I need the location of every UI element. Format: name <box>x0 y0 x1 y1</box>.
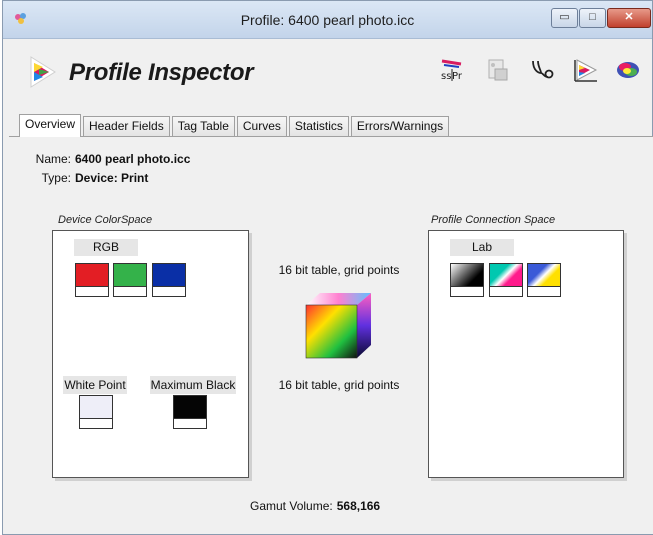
type-label: Type: <box>41 171 71 185</box>
name-label: Name: <box>35 152 71 166</box>
red-channel-swatch[interactable] <box>75 263 109 297</box>
color-cloud-icon[interactable] <box>615 57 641 83</box>
white-point-label: White Point <box>63 376 127 394</box>
lab-lightness-swatch[interactable] <box>450 263 484 297</box>
blue-fill <box>153 264 185 287</box>
green-channel-swatch[interactable] <box>113 263 147 297</box>
profile-name-value: 6400 pearl photo.icc <box>75 152 191 166</box>
white-point-swatch[interactable] <box>79 395 113 429</box>
tab-overview[interactable]: Overview <box>19 114 82 137</box>
blue-channel-swatch[interactable] <box>152 263 186 297</box>
app-title: Profile Inspector <box>69 59 254 86</box>
tab-header-fields[interactable]: Header Fields <box>83 116 170 137</box>
lab-a-axis-swatch[interactable] <box>489 263 523 297</box>
app-header: Profile Inspector ss Pr <box>3 41 652 103</box>
profile-type-value: Device: Print <box>75 171 149 185</box>
red-fill <box>76 264 108 287</box>
tab-errors-warnings[interactable]: Errors/Warnings <box>350 116 450 137</box>
b2a-table-info: 16 bit table, grid points <box>278 378 400 392</box>
close-button[interactable]: ✕ <box>607 8 651 28</box>
device-colorspace-label: Device ColorSpace <box>58 214 153 226</box>
minimize-button[interactable]: ▭ <box>551 8 578 28</box>
profile-type-row: Type: Device: Print <box>0 171 149 185</box>
gamut-volume: Gamut Volume: 568,166 <box>250 499 380 513</box>
svg-text:Pr: Pr <box>452 71 463 82</box>
gamut-volume-value: 568,166 <box>336 499 381 513</box>
gamut-triangle-icon[interactable] <box>573 57 599 83</box>
max-black-label: Maximum Black <box>150 376 236 394</box>
lab-b-axis-swatch[interactable] <box>527 263 561 297</box>
pcs-label: Profile Connection Space <box>431 214 556 226</box>
tab-statistics[interactable]: Statistics <box>288 116 349 137</box>
tab-bar: Overview Header Fields Tag Table Curves … <box>19 114 451 137</box>
gamut-volume-label: Gamut Volume: <box>250 499 333 513</box>
device-space-name: RGB <box>74 239 138 256</box>
svg-text:ss: ss <box>441 71 451 82</box>
profile-document-icon[interactable] <box>485 57 511 83</box>
app-window: Profile: 6400 pearl photo.icc ▭ □ ✕ Prof… <box>2 0 653 535</box>
profile-inspector-logo-icon <box>30 56 56 88</box>
stethoscope-icon[interactable] <box>529 57 555 83</box>
tab-tag-table[interactable]: Tag Table <box>171 116 235 137</box>
a2b-table-info: 16 bit table, grid points <box>278 263 400 277</box>
max-black-swatch[interactable] <box>173 395 207 429</box>
maximize-button[interactable]: □ <box>579 8 606 28</box>
title-bar[interactable]: Profile: 6400 pearl photo.icc ▭ □ ✕ <box>3 1 652 39</box>
green-fill <box>114 264 146 287</box>
tab-curves[interactable]: Curves <box>236 116 287 137</box>
profile-name-row: Name: 6400 pearl photo.icc <box>0 152 191 166</box>
pcs-space-name: Lab <box>450 239 514 256</box>
color-cube-icon[interactable] <box>303 291 373 361</box>
sspr-icon[interactable]: ss Pr <box>439 57 465 83</box>
